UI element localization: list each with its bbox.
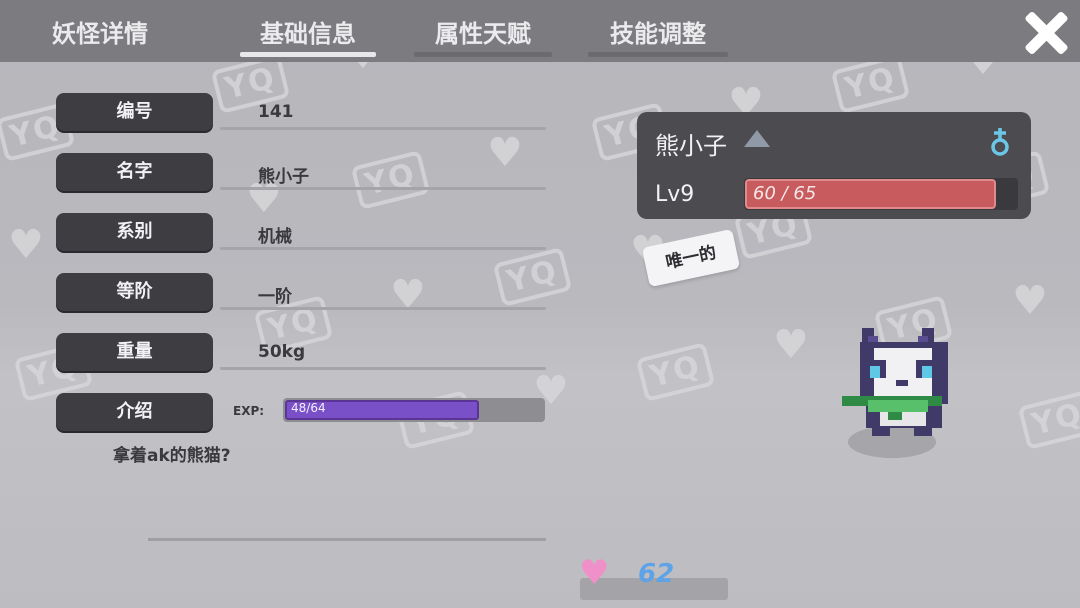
rank-label: 等阶 xyxy=(56,273,213,311)
tab-label: 属性天赋 xyxy=(435,20,531,48)
number-value: 141 xyxy=(258,102,294,122)
watermark-text: YQ xyxy=(830,54,911,114)
monster-sprite xyxy=(842,328,948,458)
watermark-text: YQ xyxy=(350,150,431,210)
exp-label: EXP: xyxy=(233,404,265,418)
weight-label: 重量 xyxy=(56,333,213,371)
rank-value: 一阶 xyxy=(258,287,292,307)
tab-attribute-talent[interactable]: 属性天赋 xyxy=(414,14,552,57)
row-divider xyxy=(220,247,546,250)
weight-value: 50kg xyxy=(258,342,306,362)
tab-skill-adjust[interactable]: 技能调整 xyxy=(588,14,728,57)
tab-monster-details[interactable]: 妖怪详情 xyxy=(50,14,150,49)
tab-basic-info[interactable]: 基础信息 xyxy=(240,14,376,57)
row-divider xyxy=(220,127,546,130)
exp-bar: 48/64 xyxy=(283,398,545,422)
monster-level: Lv9 xyxy=(655,182,695,207)
unique-tag: 唯一的 xyxy=(641,228,741,288)
close-button[interactable] xyxy=(1022,9,1070,57)
watermark-text: YQ xyxy=(1017,390,1080,450)
heart-icon: ♥ xyxy=(579,553,610,593)
hp-text: 60 / 65 xyxy=(753,183,817,204)
monster-status-card: 熊小子 Lv9 60 / 65 xyxy=(637,112,1031,219)
exp-text: 48/64 xyxy=(291,401,326,415)
tab-underline xyxy=(588,52,728,57)
monster-name: 熊小子 xyxy=(655,132,727,160)
watermark-heart-icon: ♥ xyxy=(773,322,809,368)
monster-description: 拿着ak的熊猫? xyxy=(113,446,231,466)
female-icon xyxy=(991,128,1009,156)
watermark-text: YQ xyxy=(492,247,573,307)
top-nav-bar: 妖怪详情 基础信息 属性天赋 技能调整 xyxy=(0,0,1080,62)
type-label: 系别 xyxy=(56,213,213,251)
tab-active-underline xyxy=(240,52,376,57)
number-label: 编号 xyxy=(56,93,213,131)
description-divider xyxy=(148,538,546,541)
watermark-heart-icon: ♥ xyxy=(390,272,426,318)
name-value: 熊小子 xyxy=(258,167,309,187)
row-divider xyxy=(220,367,546,370)
heart-count: 62 xyxy=(638,559,675,589)
watermark-heart-icon: ♥ xyxy=(1012,278,1048,324)
tab-label: 妖怪详情 xyxy=(52,20,148,48)
tab-underline xyxy=(414,52,552,57)
watermark-text: YQ xyxy=(635,342,716,402)
tab-label: 技能调整 xyxy=(610,20,706,48)
name-label: 名字 xyxy=(56,153,213,191)
tab-label: 基础信息 xyxy=(260,20,356,48)
row-divider xyxy=(220,187,546,190)
type-value: 机械 xyxy=(258,227,292,247)
hp-bar: 60 / 65 xyxy=(744,178,1018,210)
watermark-heart-icon: ♥ xyxy=(487,130,523,176)
row-divider xyxy=(220,307,546,310)
intro-label: 介绍 xyxy=(56,393,213,431)
triangle-up-icon xyxy=(744,130,770,147)
watermark-heart-icon: ♥ xyxy=(8,222,44,268)
